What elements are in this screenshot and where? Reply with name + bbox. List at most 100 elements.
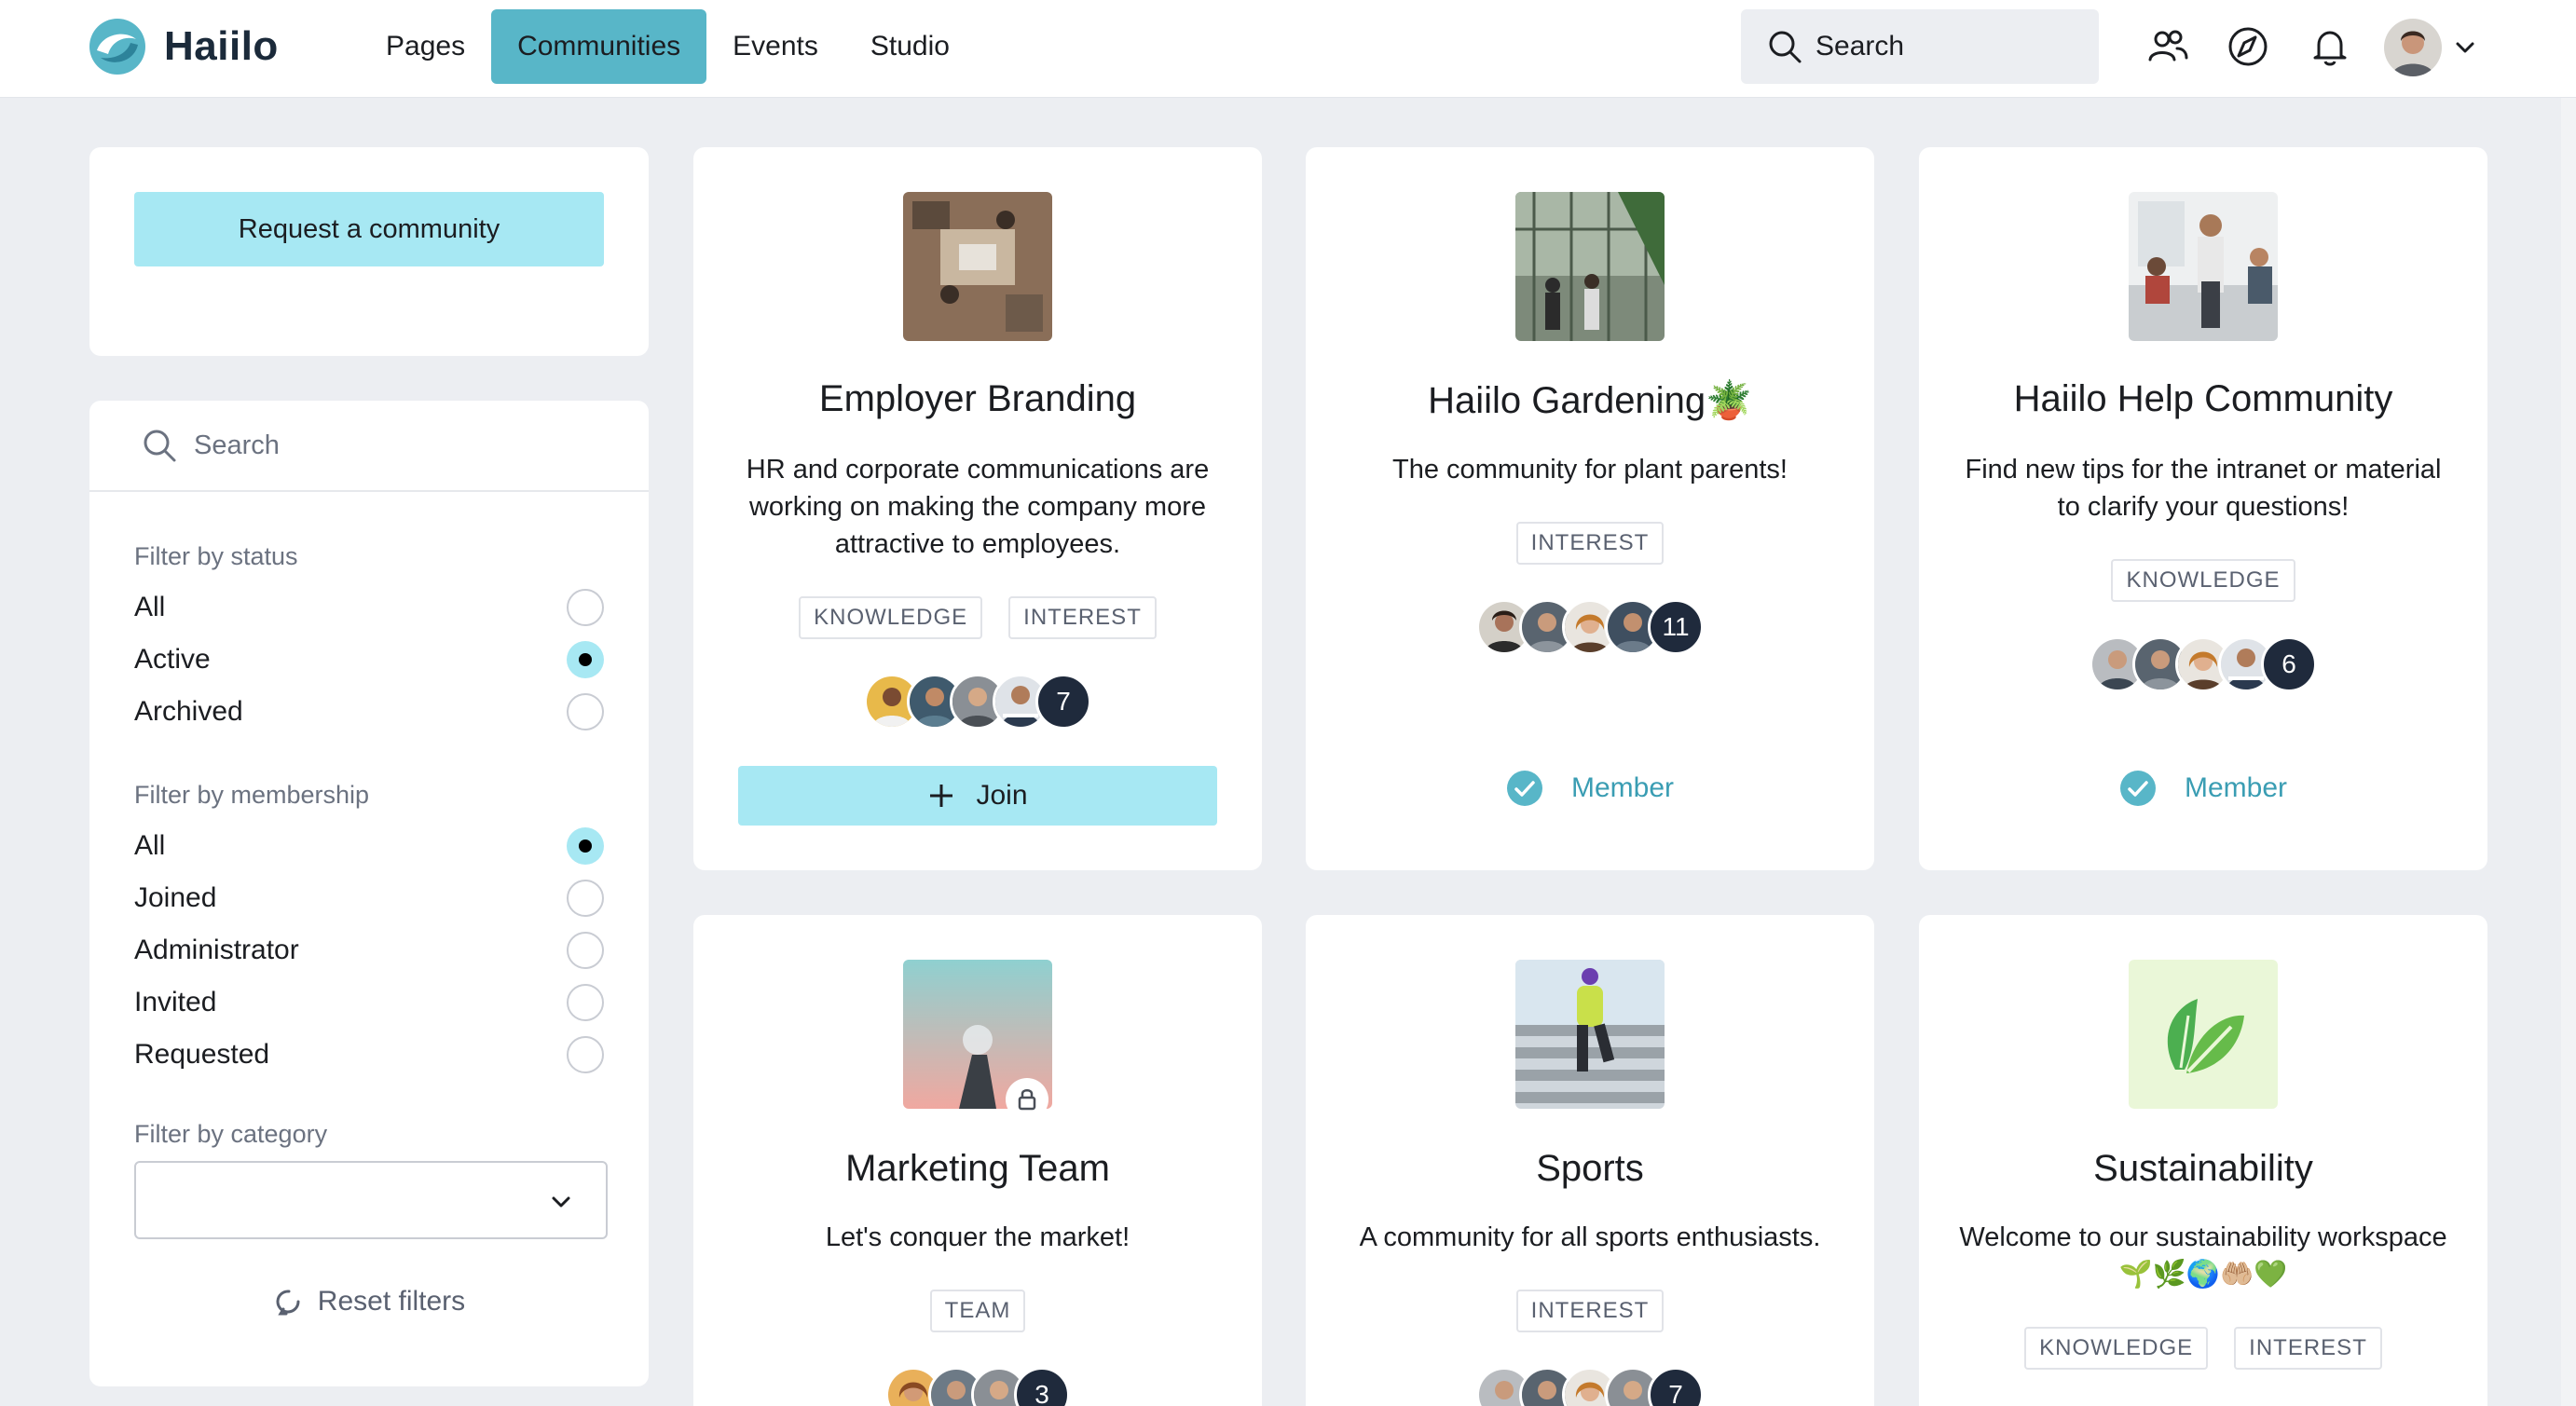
member-avatars: 6: [1919, 636, 2487, 692]
membership-option-requested[interactable]: Requested: [134, 1032, 604, 1077]
top-navigation-bar: Haiilo Pages Communities Events Studio S…: [0, 0, 2576, 98]
membership-radio-joined[interactable]: [567, 880, 604, 917]
membership-radio-all[interactable]: [567, 827, 604, 865]
search-placeholder: Search: [194, 430, 280, 460]
community-image: [903, 192, 1052, 341]
filter-category-title: Filter by category: [134, 1120, 328, 1148]
filters-panel: Search Filter by status All Active Archi…: [89, 401, 649, 1386]
tag: KNOWLEDGE: [799, 596, 983, 639]
search-icon: [1769, 31, 1802, 63]
community-card[interactable]: Sustainability Welcome to our sustainabi…: [1919, 915, 2487, 1406]
member-count-badge[interactable]: 11: [1648, 599, 1704, 655]
community-title[interactable]: Employer Branding: [693, 378, 1262, 420]
filter-membership-title: Filter by membership: [134, 781, 370, 809]
chevron-down-icon: [552, 1196, 570, 1208]
membership-label-administrator: Administrator: [134, 935, 299, 965]
member-count-badge[interactable]: 7: [1648, 1367, 1704, 1406]
community-image: [1515, 960, 1665, 1109]
nav-events[interactable]: Events: [706, 9, 844, 84]
community-search-input[interactable]: Search: [89, 401, 649, 492]
membership-radio-invited[interactable]: [567, 984, 604, 1021]
global-search[interactable]: Search: [1741, 9, 2099, 84]
tag: KNOWLEDGE: [2111, 559, 2295, 602]
community-description: Let's conquer the market!: [825, 1222, 1130, 1252]
reset-filters-label: Reset filters: [317, 1286, 466, 1317]
community-title[interactable]: Sustainability: [1919, 1148, 2487, 1190]
status-option-active[interactable]: Active: [134, 637, 604, 682]
status-label-archived: Archived: [134, 696, 243, 727]
community-image: [2129, 192, 2278, 341]
status-option-all[interactable]: All: [134, 585, 604, 630]
community-title[interactable]: Sports: [1306, 1148, 1874, 1190]
community-image: [1515, 192, 1665, 341]
reset-filters-button[interactable]: Reset filters: [89, 1286, 649, 1317]
tag: TEAM: [929, 1290, 1026, 1332]
membership-option-all[interactable]: All: [134, 824, 604, 868]
tag: INTEREST: [1008, 596, 1157, 639]
user-avatar[interactable]: [2384, 19, 2442, 76]
nav-studio[interactable]: Studio: [844, 9, 976, 84]
member-avatars: 3: [693, 1367, 1262, 1406]
status-radio-active[interactable]: [567, 641, 604, 678]
category-select[interactable]: [134, 1161, 608, 1239]
member-status-label: Member: [2184, 772, 2288, 803]
community-card[interactable]: Sports A community for all sports enthus…: [1306, 915, 1874, 1406]
nav-communities[interactable]: Communities: [491, 9, 707, 84]
membership-label-invited: Invited: [134, 987, 217, 1017]
membership-radio-requested[interactable]: [567, 1036, 604, 1073]
reset-icon: [276, 1290, 300, 1316]
community-description: HR and corporate communications are work…: [746, 455, 1210, 559]
join-button-label: Join: [976, 780, 1028, 811]
membership-label-requested: Requested: [134, 1039, 270, 1070]
membership-label-all: All: [134, 830, 166, 861]
community-title[interactable]: Haiilo Help Community: [1919, 378, 2487, 420]
tag: INTEREST: [1515, 1290, 1665, 1332]
community-card[interactable]: Haiilo Gardening🪴 The community for plan…: [1306, 147, 1874, 870]
community-title[interactable]: Marketing Team: [693, 1148, 1262, 1190]
membership-radio-administrator[interactable]: [567, 932, 604, 969]
status-radio-archived[interactable]: [567, 693, 604, 730]
member-count-badge[interactable]: 7: [1035, 674, 1091, 730]
request-community-panel: Request a community: [89, 147, 649, 356]
logo-text: Haiilo: [164, 23, 279, 69]
member-count-badge[interactable]: 6: [2261, 636, 2317, 692]
member-count-badge[interactable]: 3: [1014, 1367, 1070, 1406]
membership-label-joined: Joined: [134, 882, 217, 913]
membership-option-administrator[interactable]: Administrator: [134, 928, 604, 973]
community-tags: KNOWLEDGE INTEREST: [693, 596, 1262, 639]
community-image: [2129, 960, 2278, 1109]
member-status[interactable]: Member: [1306, 770, 1874, 807]
member-status[interactable]: Member: [1919, 770, 2487, 807]
community-title[interactable]: Haiilo Gardening🪴: [1306, 378, 1874, 422]
community-tags: KNOWLEDGE INTEREST: [1919, 1327, 2487, 1370]
community-tags: KNOWLEDGE: [1919, 559, 2487, 602]
nav-pages[interactable]: Pages: [360, 9, 491, 84]
haiilo-logo[interactable]: Haiilo: [88, 17, 279, 76]
community-card[interactable]: Haiilo Help Community Find new tips for …: [1919, 147, 2487, 870]
member-avatars: 7: [1306, 1367, 1874, 1406]
search-icon: [144, 430, 176, 462]
compass-icon[interactable]: [2226, 24, 2270, 69]
membership-option-joined[interactable]: Joined: [134, 876, 604, 921]
join-button[interactable]: Join: [738, 766, 1217, 826]
chevron-down-icon[interactable]: [2453, 35, 2477, 60]
membership-option-invited[interactable]: Invited: [134, 980, 604, 1025]
community-tags: INTEREST: [1306, 1290, 1874, 1332]
tag: INTEREST: [2234, 1327, 2382, 1370]
community-tags: INTEREST: [1306, 522, 1874, 565]
status-option-archived[interactable]: Archived: [134, 689, 604, 734]
bell-icon[interactable]: [2308, 24, 2352, 69]
lock-icon: [1018, 1089, 1036, 1111]
status-radio-all[interactable]: [567, 589, 604, 626]
community-card[interactable]: Marketing Team Let's conquer the market!…: [693, 915, 1262, 1406]
people-icon[interactable]: [2145, 24, 2190, 69]
community-card[interactable]: Employer Branding HR and corporate commu…: [693, 147, 1262, 870]
tag: INTEREST: [1515, 522, 1665, 565]
page-scrollbar[interactable]: [2561, 98, 2576, 1406]
check-circle-icon: [2119, 771, 2156, 806]
member-avatars: 11: [1306, 599, 1874, 655]
filter-status-title: Filter by status: [134, 542, 298, 570]
community-description: A community for all sports enthusiasts.: [1359, 1222, 1821, 1252]
request-community-button[interactable]: Request a community: [134, 192, 604, 266]
status-label-active: Active: [134, 644, 211, 675]
